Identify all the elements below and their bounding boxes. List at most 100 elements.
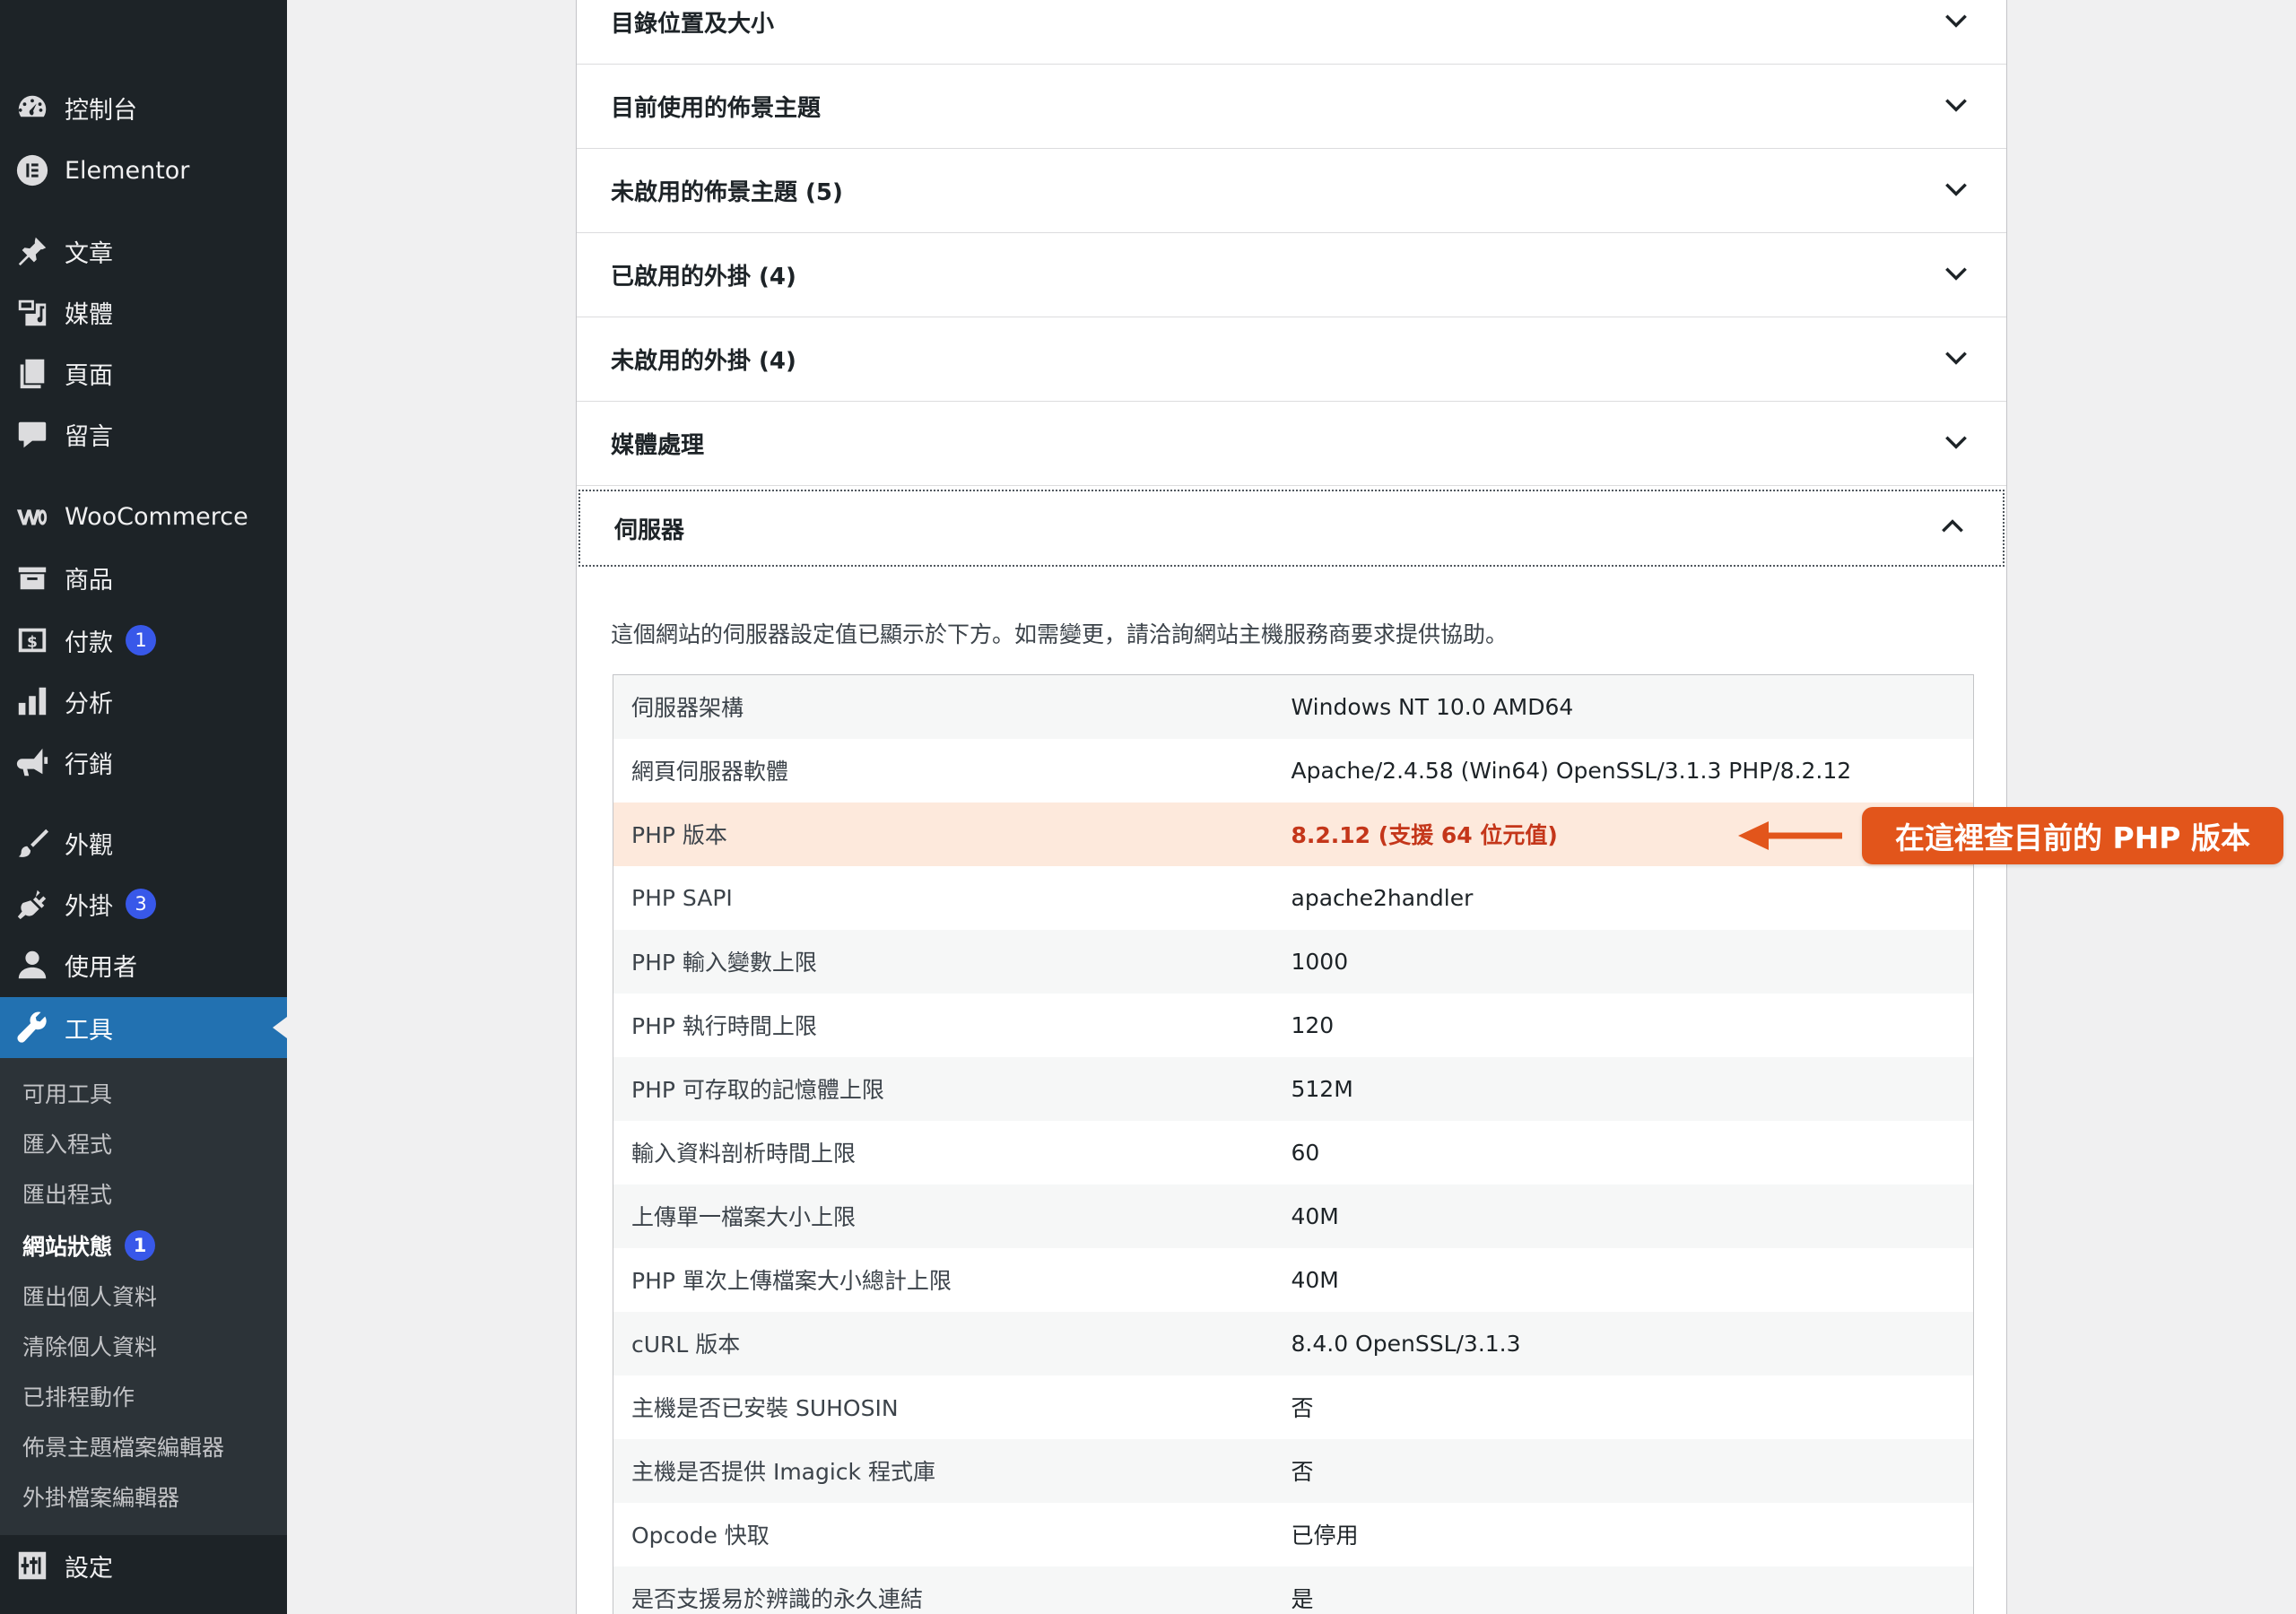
row-value: 是 bbox=[1291, 1566, 1974, 1614]
chevron-down-icon bbox=[1942, 428, 1970, 460]
settings-sliders-icon bbox=[14, 1548, 50, 1584]
table-row: PHP 輸入變數上限 1000 bbox=[613, 929, 1974, 994]
megaphone-icon bbox=[14, 744, 50, 780]
comment-icon bbox=[14, 416, 50, 452]
menu-item-comments[interactable]: 留言 bbox=[0, 404, 287, 464]
menu-item-dashboard[interactable]: 控制台 bbox=[0, 77, 287, 138]
accordion-title: 已啟用的外掛 (4) bbox=[611, 264, 796, 291]
dollar-icon: $ bbox=[14, 622, 50, 658]
accordion-inactive-themes[interactable]: 未啟用的佈景主題 (5) bbox=[577, 149, 2006, 233]
table-row: 伺服器架構 Windows NT 10.0 AMD64 bbox=[613, 674, 1974, 739]
row-value: 40M bbox=[1291, 1266, 1339, 1293]
submenu-item[interactable]: 清除個人資料 bbox=[22, 1323, 157, 1368]
accordion-title: 伺服器 bbox=[614, 516, 685, 544]
site-health-info-panel: 目錄位置及大小 目前使用的佈景主題 未啟用的佈景主題 (5) 已啟用的外掛 (4… bbox=[576, 0, 2007, 1614]
notification-badge: 3 bbox=[126, 889, 156, 919]
menu-item-products[interactable]: 商品 bbox=[0, 547, 287, 608]
archive-icon bbox=[14, 560, 50, 595]
submenu-item[interactable]: 外掛檔案編輯器 bbox=[22, 1474, 179, 1519]
menu-label: 分析 bbox=[65, 690, 113, 718]
accordion-title: 未啟用的外掛 (4) bbox=[611, 348, 796, 375]
row-key: PHP 可存取的記憶體上限 bbox=[613, 1056, 1292, 1121]
menu-item-users[interactable]: 使用者 bbox=[0, 934, 287, 995]
chevron-down-icon bbox=[1942, 175, 1970, 207]
row-value: 1000 bbox=[1291, 929, 1974, 994]
menu-label: 外掛 bbox=[65, 892, 113, 921]
chevron-down-icon bbox=[1942, 6, 1970, 39]
menu-label: 使用者 bbox=[65, 953, 137, 982]
server-info-table: 伺服器架構 Windows NT 10.0 AMD64 網頁伺服器軟體 Apache… bbox=[613, 674, 1974, 1614]
submenu-item[interactable]: 匯出個人資料 bbox=[22, 1273, 157, 1318]
row-value: 120 bbox=[1291, 1011, 1335, 1038]
table-row: PHP 單次上傳檔案大小總計上限 40M bbox=[613, 1248, 1974, 1312]
row-key: PHP 執行時間上限 bbox=[631, 1013, 817, 1039]
table-row: 主機是否已安裝 SUHOSIN 否 bbox=[613, 1375, 1974, 1439]
brush-icon bbox=[14, 825, 50, 861]
submenu-item[interactable]: 可用工具 bbox=[22, 1071, 112, 1115]
menu-item-media[interactable]: 媒體 bbox=[0, 282, 287, 343]
menu-item-analytics[interactable]: 分析 bbox=[0, 671, 287, 732]
submenu-item[interactable]: 已排程動作 bbox=[22, 1374, 135, 1419]
menu-item-pages[interactable]: 頁面 bbox=[0, 343, 287, 404]
menu-label: 商品 bbox=[65, 566, 113, 594]
menu-item-appearance[interactable]: 外觀 bbox=[0, 812, 287, 873]
row-key: 上傳單一檔案大小上限 bbox=[613, 1184, 1292, 1248]
row-value: 60 bbox=[1291, 1139, 1320, 1166]
table-row: cURL 版本 8.4.0 OpenSSL/3.1.3 bbox=[613, 1311, 1974, 1375]
menu-item-posts[interactable]: 文章 bbox=[0, 221, 287, 282]
bar-chart-icon bbox=[14, 683, 50, 719]
row-key: 是否支援易於辨識的永久連結 bbox=[613, 1566, 1292, 1614]
accordion-server[interactable]: 伺服器 bbox=[578, 490, 2005, 567]
arrow-left-icon bbox=[1738, 821, 1842, 850]
server-description: 這個網站的伺服器設定值已顯示於下方。如需變更，請洽詢網站主機服務商要求提供協助。 bbox=[611, 621, 1509, 647]
row-key: 主機是否已安裝 SUHOSIN bbox=[631, 1395, 899, 1421]
row-key: PHP 版本 bbox=[613, 802, 1292, 866]
notification-badge: 1 bbox=[126, 625, 156, 655]
menu-item-settings[interactable]: 設定 bbox=[0, 1535, 287, 1596]
accordion-inactive-plugins[interactable]: 未啟用的外掛 (4) bbox=[577, 317, 2006, 402]
row-key: PHP SAPI bbox=[631, 884, 733, 911]
submenu-item[interactable]: 匯出程式 bbox=[22, 1171, 112, 1216]
accordion-active-plugins[interactable]: 已啟用的外掛 (4) bbox=[577, 233, 2006, 317]
menu-label: 媒體 bbox=[65, 300, 113, 329]
menu-label: 付款 bbox=[65, 629, 113, 657]
menu-item-elementor[interactable]: Elementor bbox=[0, 140, 287, 201]
row-key: 主機是否提供 Imagick 程式庫 bbox=[613, 1438, 1292, 1503]
menu-item-woocommerce[interactable]: WooCommerce bbox=[0, 486, 287, 547]
dashboard-icon bbox=[14, 90, 50, 126]
chevron-down-icon bbox=[1942, 91, 1970, 123]
chevron-up-icon bbox=[1938, 512, 1967, 544]
pages-icon bbox=[14, 355, 50, 391]
accordion-title: 目前使用的佈景主題 bbox=[611, 95, 822, 122]
woocommerce-icon bbox=[14, 499, 50, 534]
accordion-active-theme[interactable]: 目前使用的佈景主題 bbox=[577, 65, 2006, 149]
row-key: PHP 單次上傳檔案大小總計上限 bbox=[631, 1268, 952, 1294]
submenu-item[interactable]: 佈景主題檔案編輯器 bbox=[22, 1424, 224, 1469]
elementor-icon bbox=[14, 152, 50, 188]
accordion-directories[interactable]: 目錄位置及大小 bbox=[577, 0, 2006, 65]
menu-label: 行銷 bbox=[65, 751, 113, 779]
chevron-down-icon bbox=[1942, 259, 1970, 291]
accordion-title: 目錄位置及大小 bbox=[611, 11, 775, 38]
menu-label: 設定 bbox=[65, 1554, 113, 1583]
table-row: 網頁伺服器軟體 Apache/2.4.58 (Win64) OpenSSL/3.1… bbox=[613, 739, 1974, 803]
submenu-item[interactable]: 匯入程式 bbox=[22, 1121, 112, 1166]
accordion-title: 媒體處理 bbox=[611, 432, 705, 459]
accordion-media-handling[interactable]: 媒體處理 bbox=[577, 402, 2006, 486]
row-value: 40M bbox=[1291, 1184, 1974, 1248]
media-icon bbox=[14, 294, 50, 330]
menu-item-marketing[interactable]: 行銷 bbox=[0, 732, 287, 793]
submenu-item-site-health[interactable]: 網站狀態 1 bbox=[22, 1223, 156, 1268]
svg-text:$: $ bbox=[27, 634, 38, 652]
menu-item-tools[interactable]: 工具 bbox=[0, 997, 287, 1058]
menu-label: Elementor bbox=[65, 156, 190, 185]
row-value: Windows NT 10.0 AMD64 bbox=[1291, 674, 1974, 739]
pin-icon bbox=[14, 233, 50, 269]
notification-badge: 1 bbox=[125, 1230, 156, 1261]
menu-item-plugins[interactable]: 外掛 3 bbox=[0, 873, 287, 934]
menu-item-payments[interactable]: $ 付款 1 bbox=[0, 610, 287, 671]
table-row: 是否支援易於辨識的永久連結是 bbox=[613, 1566, 1974, 1614]
table-row: 上傳單一檔案大小上限 40M bbox=[613, 1184, 1974, 1248]
menu-label: 頁面 bbox=[65, 361, 113, 390]
submenu-label: 網站狀態 bbox=[22, 1234, 113, 1260]
